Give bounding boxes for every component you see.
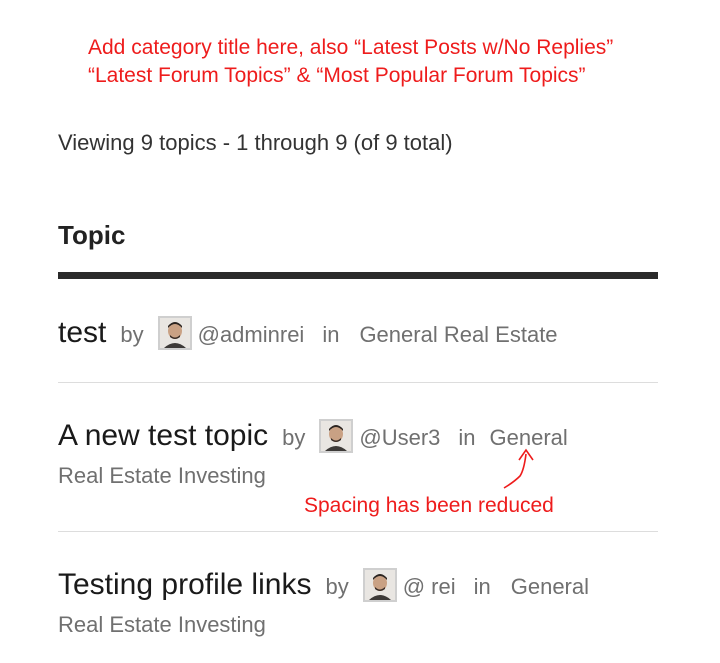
by-label: by	[325, 574, 349, 599]
topic-count-summary: Viewing 9 topics - 1 through 9 (of 9 tot…	[58, 130, 453, 155]
annotation-line-2: “Latest Forum Topics” & “Most Popular Fo…	[88, 64, 586, 87]
user-avatar-icon	[321, 421, 352, 451]
annotation-note: Add category title here, also “Latest Po…	[88, 34, 613, 90]
user-avatar-icon	[364, 570, 395, 600]
author-link[interactable]: @adminrei	[198, 322, 305, 347]
in-label: in	[458, 425, 476, 450]
topic-row: Testing profile links by @ rei in General R…	[58, 562, 658, 640]
in-label: in	[473, 574, 491, 599]
annotation-line-1: Add category title here, also “Latest Po…	[88, 36, 614, 59]
avatar[interactable]	[157, 316, 192, 350]
forum-link[interactable]: General Real Estate	[359, 322, 557, 347]
author-link[interactable]: @ rei	[403, 574, 456, 599]
forum-link-continued[interactable]: Real Estate Investing	[58, 461, 658, 491]
topic-column-header: Topic	[58, 220, 126, 250]
avatar[interactable]	[319, 419, 354, 453]
forum-link[interactable]: General	[511, 574, 589, 599]
by-label: by	[120, 322, 144, 347]
topic-title-link[interactable]: test	[58, 316, 106, 349]
annotation-arrow-icon	[503, 448, 534, 489]
topic-title-link[interactable]: A new test topic	[58, 419, 268, 452]
avatar[interactable]	[362, 568, 397, 602]
forum-link-continued[interactable]: Real Estate Investing	[58, 610, 658, 640]
topic-title-link[interactable]: Testing profile links	[58, 568, 311, 601]
topic-row: test by @adminrei in General Real Estate	[58, 310, 658, 358]
row-divider	[58, 382, 658, 383]
in-label: in	[322, 322, 340, 347]
author-link[interactable]: @User3	[359, 425, 440, 450]
header-divider	[58, 272, 658, 279]
user-avatar-icon	[159, 318, 190, 348]
spacing-annotation: Spacing has been reduced	[304, 494, 554, 517]
row-divider	[58, 531, 658, 532]
by-label: by	[282, 425, 306, 450]
topic-row: A new test topic by @User3 in General Real …	[58, 413, 658, 491]
